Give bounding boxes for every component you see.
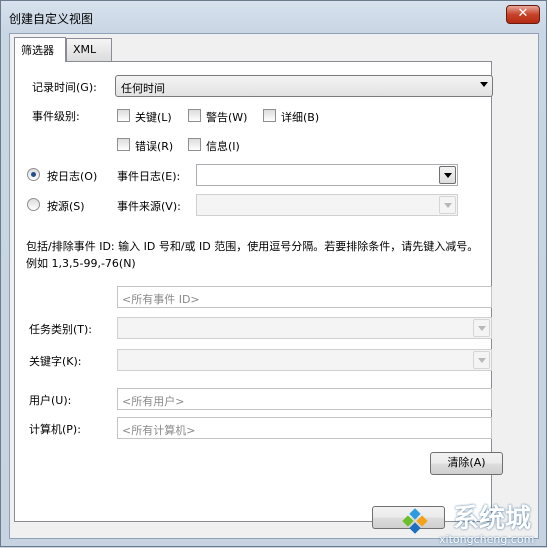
event-sources-label: 事件来源(V): xyxy=(117,200,181,213)
by-source-label: 按源(S) xyxy=(47,200,85,213)
dialog-window: 创建自定义视图 ✕ 筛选器 XML 记录时间(G): 任何时间 事件级别: 关键… xyxy=(0,0,547,547)
information-label: 信息(I) xyxy=(206,140,240,153)
critical-label: 关键(L) xyxy=(135,111,172,124)
logged-value: 任何时间 xyxy=(121,82,165,95)
watermark-brand: 系统城 xyxy=(453,504,532,534)
task-category-dropdown-button xyxy=(473,319,490,337)
event-logs-label: 事件日志(E): xyxy=(117,170,181,183)
chevron-down-icon xyxy=(444,173,452,178)
chevron-down-icon xyxy=(478,326,486,331)
by-source-radio[interactable] xyxy=(27,198,40,211)
error-label: 错误(R) xyxy=(135,140,174,153)
tab-xml[interactable]: XML xyxy=(66,38,112,61)
task-category-label: 任务类别(T): xyxy=(29,323,93,336)
information-checkbox[interactable] xyxy=(188,138,201,151)
watermark-url: xitongcheng.com xyxy=(439,533,535,546)
keywords-dropdown-button xyxy=(473,351,490,369)
by-log-label: 按日志(O) xyxy=(47,170,98,183)
close-icon: ✕ xyxy=(517,6,529,21)
warning-label: 警告(W) xyxy=(206,111,248,124)
logged-select[interactable]: 任何时间 xyxy=(115,75,493,97)
event-level-label: 事件级别: xyxy=(32,110,80,123)
chevron-down-icon xyxy=(444,203,452,208)
warning-checkbox[interactable] xyxy=(188,109,201,122)
user-label: 用户(U): xyxy=(29,394,72,407)
chevron-down-icon xyxy=(478,358,486,363)
dialog-client: 筛选器 XML 记录时间(G): 任何时间 事件级别: 关键(L) 警告(W) … xyxy=(9,33,539,539)
verbose-label: 详细(B) xyxy=(281,111,320,124)
event-logs-dropdown-button[interactable] xyxy=(439,166,456,184)
keywords-select xyxy=(117,349,492,371)
computer-label: 计算机(P): xyxy=(29,423,81,436)
clear-button[interactable]: 清除(A) xyxy=(430,452,503,475)
event-ids-input[interactable]: <所有事件 ID> xyxy=(117,286,492,308)
event-id-description: 包括/排除事件 ID: 输入 ID 号和/或 ID 范围，使用逗号分隔。若要排除… xyxy=(26,240,479,270)
chevron-down-icon xyxy=(480,82,488,87)
verbose-checkbox[interactable] xyxy=(263,109,276,122)
by-log-radio[interactable] xyxy=(27,168,40,181)
close-button[interactable]: ✕ xyxy=(506,5,540,24)
title-bar: 创建自定义视图 ✕ xyxy=(1,1,546,33)
error-checkbox[interactable] xyxy=(117,138,130,151)
keywords-label: 关键字(K): xyxy=(29,355,82,368)
tab-filter[interactable]: 筛选器 xyxy=(14,37,66,62)
critical-checkbox[interactable] xyxy=(117,109,130,122)
event-sources-select xyxy=(196,194,458,216)
task-category-select xyxy=(117,317,492,339)
event-logs-select[interactable] xyxy=(196,164,458,186)
user-input[interactable]: <所有用户> xyxy=(117,388,492,410)
computer-input[interactable]: <所有计算机> xyxy=(117,417,492,439)
logged-label: 记录时间(G): xyxy=(32,81,97,94)
event-sources-dropdown-button xyxy=(439,196,456,214)
window-title: 创建自定义视图 xyxy=(9,12,94,26)
